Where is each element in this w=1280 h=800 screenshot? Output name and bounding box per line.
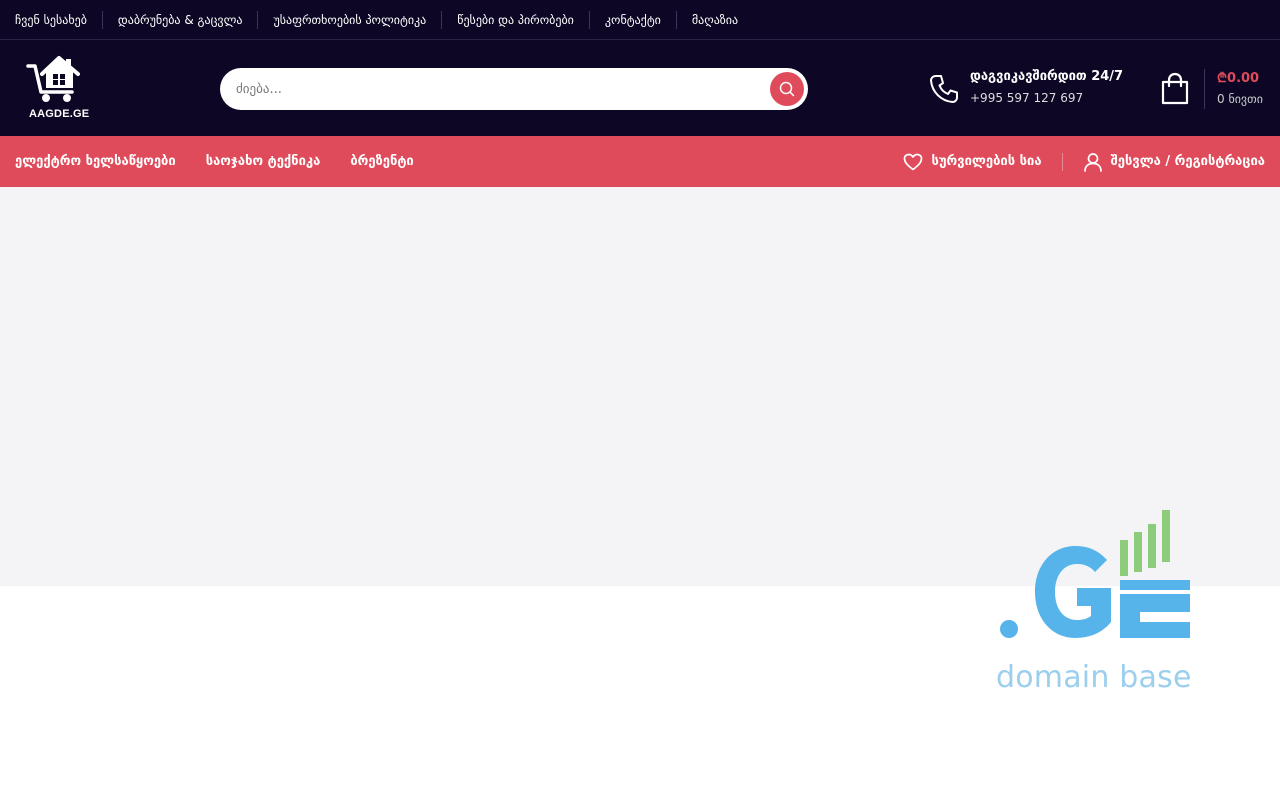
cart-count: 0 ნივთი — [1217, 92, 1263, 106]
nav-category-tarpaulin[interactable]: ბრეზენტი — [350, 154, 413, 169]
contact-title: დაგვიკავშირდით 24/7 — [970, 69, 1124, 84]
nav-category-home-appliances[interactable]: საოჯახო ტექნიკა — [206, 154, 321, 169]
logo-text: AAGDE.GE — [29, 108, 90, 120]
contact-block[interactable]: დაგვიკავშირდით 24/7 +995 597 127 697 — [928, 68, 1123, 110]
topbar-link-contact[interactable]: კონტაქტი — [588, 10, 676, 29]
contact-phone[interactable]: +995 597 127 697 — [970, 86, 1123, 110]
cart-divider — [1204, 69, 1205, 109]
category-nav: ელექტრო ხელსაწყოები საოჯახო ტექნიკა ბრეზ… — [0, 136, 1280, 187]
topbar-link-returns[interactable]: დაბრუნება & გაცვლა — [101, 10, 258, 29]
top-bar: ჩვენ სესახებ დაბრუნება & გაცვლა უსაფრთხო… — [0, 0, 1280, 40]
shopping-bag-icon — [1161, 72, 1189, 105]
topbar-link-shop[interactable]: მაღაზია — [675, 10, 753, 29]
phone-icon — [930, 75, 958, 103]
wishlist-link[interactable]: სურვილების სია — [903, 153, 1042, 171]
domain-base-watermark: domain base — [995, 508, 1195, 698]
user-icon — [1083, 152, 1102, 172]
search-bar — [220, 68, 808, 110]
nav-divider — [1061, 152, 1063, 171]
wishlist-label: სურვილების სია — [931, 154, 1042, 169]
site-logo[interactable]: AAGDE.GE — [26, 52, 90, 122]
ge-domain-logo-icon — [1000, 510, 1190, 638]
topbar-link-terms[interactable]: წესები და პირობები — [441, 10, 589, 29]
heart-icon — [904, 153, 923, 170]
house-cart-logo-icon — [26, 56, 80, 102]
topbar-link-security-policy[interactable]: უსაფრთხოების პოლიტიკა — [257, 10, 441, 29]
login-register-label: შესვლა / რეგისტრაცია — [1110, 154, 1265, 169]
main-header: AAGDE.GE დაგვიკავშირდით 24/7 +995 597 12… — [0, 40, 1280, 136]
nav-category-power-tools[interactable]: ელექტრო ხელსაწყოები — [15, 154, 176, 169]
search-input[interactable] — [220, 68, 770, 110]
login-register-link[interactable]: შესვლა / რეგისტრაცია — [1083, 152, 1265, 172]
search-button[interactable] — [770, 72, 804, 106]
topbar-link-about[interactable]: ჩვენ სესახებ — [15, 11, 102, 29]
cart-block[interactable]: ₾0.00 0 ნივთი — [1160, 68, 1263, 110]
search-icon — [779, 81, 795, 97]
cart-amount: ₾0.00 — [1217, 71, 1260, 86]
watermark-subtitle: domain base — [996, 660, 1192, 695]
